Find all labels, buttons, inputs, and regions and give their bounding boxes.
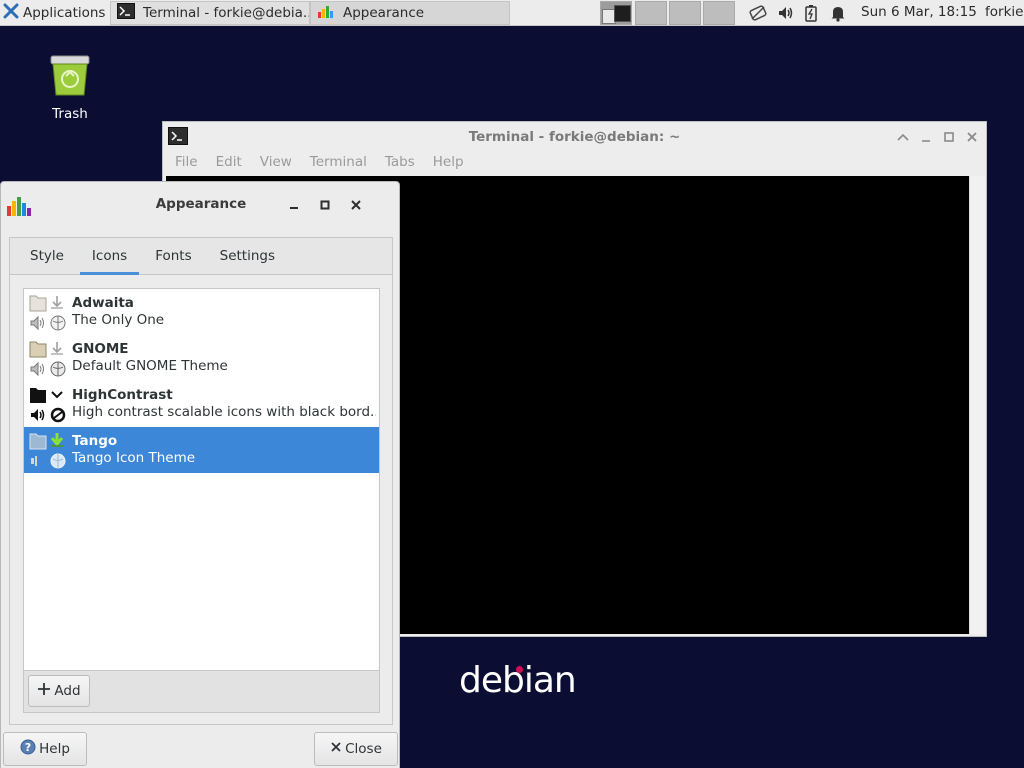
tab-style[interactable]: Style xyxy=(18,238,76,274)
terminal-titlebar[interactable]: Terminal - forkie@debian: ~ xyxy=(163,122,986,152)
appearance-window[interactable]: Appearance Style Icons Fonts Settings Ad… xyxy=(0,181,400,768)
network-icon[interactable] xyxy=(748,0,768,26)
list-item-gnome[interactable]: GNOME Default GNOME Theme xyxy=(24,335,379,381)
menu-terminal[interactable]: Terminal xyxy=(304,152,373,176)
tab-icons[interactable]: Icons xyxy=(79,238,140,275)
list-toolbar: Add xyxy=(23,671,380,713)
help-icon: ? xyxy=(20,739,36,759)
taskbar-terminal[interactable]: Terminal - forkie@debia... xyxy=(110,1,310,25)
workspace-terminal-preview xyxy=(614,5,631,22)
close-icon xyxy=(330,741,342,757)
appearance-icon xyxy=(317,3,335,23)
volume-icon[interactable] xyxy=(777,0,795,26)
close-icon[interactable] xyxy=(963,128,980,145)
maximize-icon[interactable] xyxy=(316,196,333,213)
workspace-3[interactable] xyxy=(669,1,701,25)
debian-logo: debian xyxy=(459,660,577,701)
debian-logo-dot xyxy=(516,666,523,673)
svg-text:?: ? xyxy=(25,741,31,754)
chevron-up-icon[interactable] xyxy=(894,128,911,145)
minimize-icon[interactable] xyxy=(285,196,302,213)
menu-edit[interactable]: Edit xyxy=(210,152,248,176)
add-button-label: Add xyxy=(54,683,81,699)
terminal-window-buttons xyxy=(894,128,980,145)
terminal-menubar: File Edit View Terminal Tabs Help xyxy=(163,152,986,176)
terminal-scrollbar[interactable] xyxy=(969,176,985,634)
user-menu[interactable]: forkie xyxy=(985,4,1023,20)
appearance-titlebar[interactable]: Appearance xyxy=(1,182,399,226)
menu-tabs[interactable]: Tabs xyxy=(379,152,421,176)
taskbar-appearance-label: Appearance xyxy=(343,5,425,21)
trash-label: Trash xyxy=(52,106,88,122)
appearance-window-buttons xyxy=(285,196,364,213)
battery-icon[interactable] xyxy=(804,0,818,26)
plus-icon xyxy=(37,682,51,700)
top-panel: Applications Terminal - forkie@debia... … xyxy=(0,0,1024,26)
menu-view[interactable]: View xyxy=(254,152,298,176)
theme-name: GNOME xyxy=(72,341,129,357)
tab-fonts[interactable]: Fonts xyxy=(143,238,203,274)
theme-description: Default GNOME Theme xyxy=(72,358,228,374)
appearance-notebook: Style Icons Fonts Settings Adwaita The O… xyxy=(9,237,393,725)
theme-preview-icons xyxy=(29,293,69,333)
desktop-trash[interactable]: Trash xyxy=(40,52,100,122)
close-icon[interactable] xyxy=(347,196,364,213)
minimize-icon[interactable] xyxy=(917,128,934,145)
terminal-title: Terminal - forkie@debian: ~ xyxy=(468,129,681,145)
tab-settings[interactable]: Settings xyxy=(208,238,287,274)
applications-menu-button[interactable]: Applications xyxy=(0,0,109,26)
workspace-1[interactable] xyxy=(600,1,632,25)
list-item-adwaita[interactable]: Adwaita The Only One xyxy=(24,289,379,335)
trash-icon xyxy=(47,55,93,102)
theme-description: High contrast scalable icons with black … xyxy=(72,404,376,420)
clock[interactable]: Sun 6 Mar, 18:15 xyxy=(861,4,977,20)
maximize-icon[interactable] xyxy=(940,128,957,145)
close-button-label: Close xyxy=(345,741,382,757)
theme-name: Adwaita xyxy=(72,295,134,311)
taskbar-appearance[interactable]: Appearance xyxy=(310,1,510,25)
close-button[interactable]: Close xyxy=(314,732,398,766)
workspace-4[interactable] xyxy=(703,1,735,25)
help-button[interactable]: ? Help xyxy=(3,732,87,766)
theme-name: Tango xyxy=(72,433,118,449)
theme-description: Tango Icon Theme xyxy=(72,450,196,466)
theme-preview-icons xyxy=(29,339,69,379)
xfce-logo-icon xyxy=(3,3,19,23)
add-button[interactable]: Add xyxy=(28,675,90,707)
list-item-tango[interactable]: Tango Tango Icon Theme xyxy=(24,427,379,473)
notification-bell-icon[interactable] xyxy=(830,0,846,26)
applications-label: Applications xyxy=(23,4,106,21)
taskbar-terminal-label: Terminal - forkie@debia... xyxy=(143,5,310,21)
theme-description: The Only One xyxy=(72,312,165,328)
terminal-icon xyxy=(117,3,135,23)
icon-theme-list[interactable]: Adwaita The Only One GNOME Default GNOME… xyxy=(23,288,380,671)
help-button-label: Help xyxy=(39,741,70,757)
menu-file[interactable]: File xyxy=(169,152,204,176)
workspace-2[interactable] xyxy=(635,1,667,25)
list-item-highcontrast[interactable]: HighContrast High contrast scalable icon… xyxy=(24,381,379,427)
theme-preview-icons xyxy=(29,431,69,471)
theme-preview-icons xyxy=(29,385,69,425)
menu-help[interactable]: Help xyxy=(427,152,470,176)
tab-bar: Style Icons Fonts Settings xyxy=(10,238,392,275)
theme-name: HighContrast xyxy=(72,387,173,403)
